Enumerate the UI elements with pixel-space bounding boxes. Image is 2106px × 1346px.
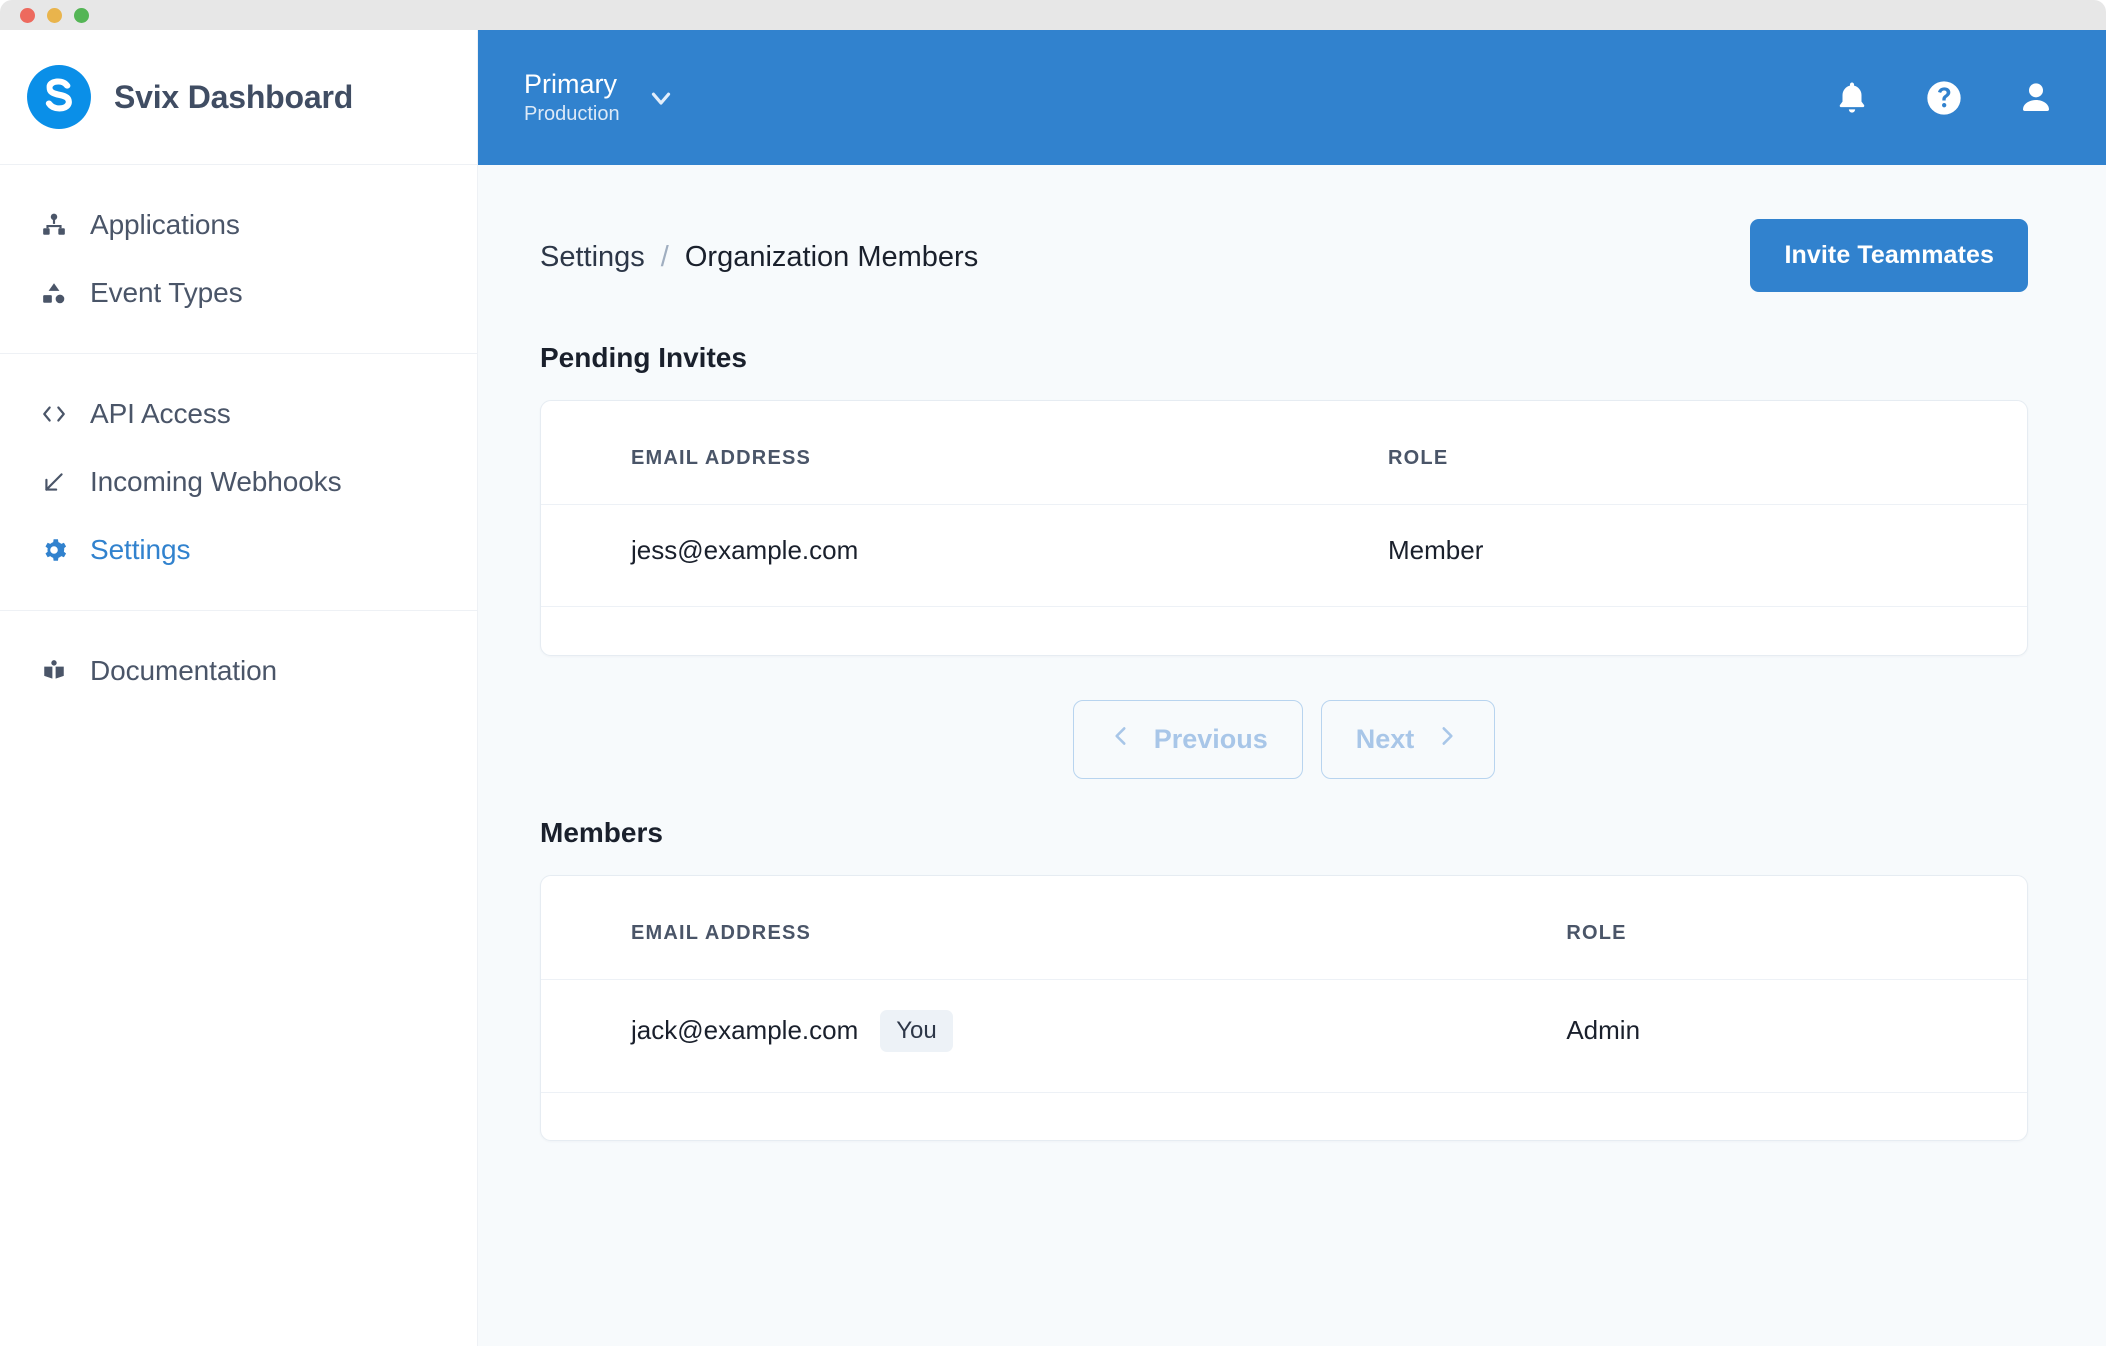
sidebar-item-documentation[interactable]: Documentation	[0, 637, 477, 705]
sidebar-item-label: Settings	[90, 534, 190, 566]
table-footer-spacer	[541, 607, 2027, 655]
cell-email: jack@example.com You	[541, 979, 1566, 1092]
chevron-left-icon	[1108, 723, 1134, 756]
sidebar-item-api-access[interactable]: API Access	[0, 380, 477, 448]
next-page-label: Next	[1356, 724, 1415, 755]
members-card: EMAIL ADDRESS ROLE jack@example.com You	[540, 875, 2028, 1142]
table-row: jack@example.com You Admin	[541, 979, 2027, 1092]
sidebar-item-label: API Access	[90, 398, 231, 430]
sidebar-item-label: Documentation	[90, 655, 277, 687]
sidebar-item-label: Event Types	[90, 277, 242, 309]
column-header-email: EMAIL ADDRESS	[541, 401, 1388, 505]
shapes-icon	[40, 279, 68, 307]
sidebar-item-label: Incoming Webhooks	[90, 466, 341, 498]
email-with-badge: jack@example.com You	[631, 1010, 1566, 1052]
close-window-button[interactable]	[20, 8, 35, 23]
content-header: Settings / Organization Members Invite T…	[540, 219, 2028, 292]
top-bar: Primary Production	[478, 30, 2106, 165]
sidebar-item-event-types[interactable]: Event Types	[0, 259, 477, 327]
gear-icon	[40, 536, 68, 564]
sidebar-item-label: Applications	[90, 209, 240, 241]
you-badge: You	[880, 1010, 953, 1052]
arrow-down-left-icon	[40, 468, 68, 496]
app-body: Svix Dashboard Applications	[0, 30, 2106, 1346]
table-row: jess@example.com Member	[541, 505, 2027, 607]
member-email: jack@example.com	[631, 1015, 858, 1046]
chevron-down-icon	[646, 83, 676, 113]
previous-page-button[interactable]: Previous	[1073, 700, 1303, 779]
sitemap-icon	[40, 211, 68, 239]
top-bar-actions	[1832, 78, 2056, 118]
svix-logo-icon	[26, 64, 92, 130]
sidebar-group-1: Applications Event Types	[0, 165, 477, 353]
environment-type: Production	[524, 103, 620, 125]
breadcrumb-parent[interactable]: Settings	[540, 241, 645, 274]
pagination: Previous Next	[540, 700, 2028, 779]
breadcrumb-current: Organization Members	[685, 241, 978, 274]
brand-title: Svix Dashboard	[114, 79, 353, 116]
table-header-row: EMAIL ADDRESS ROLE	[541, 401, 2027, 505]
sidebar: Svix Dashboard Applications	[0, 30, 478, 1346]
notifications-icon[interactable]	[1832, 78, 1872, 118]
page-content: Settings / Organization Members Invite T…	[478, 165, 2106, 1346]
breadcrumb-separator: /	[661, 241, 669, 274]
cell-role: Admin	[1566, 979, 2027, 1092]
sidebar-item-incoming-webhooks[interactable]: Incoming Webhooks	[0, 448, 477, 516]
help-icon[interactable]	[1924, 78, 1964, 118]
environment-name: Primary	[524, 70, 620, 100]
chevron-right-icon	[1434, 723, 1460, 756]
next-page-button[interactable]: Next	[1321, 700, 1496, 779]
column-header-role: ROLE	[1388, 401, 2027, 505]
column-header-role: ROLE	[1566, 876, 2027, 980]
table-header-row: EMAIL ADDRESS ROLE	[541, 876, 2027, 980]
pending-invites-card: EMAIL ADDRESS ROLE jess@example.com Memb…	[540, 400, 2028, 656]
traffic-lights	[20, 8, 89, 23]
column-header-email: EMAIL ADDRESS	[541, 876, 1566, 980]
members-title: Members	[540, 817, 2028, 849]
book-icon	[40, 657, 68, 685]
invite-teammates-button[interactable]: Invite Teammates	[1750, 219, 2028, 292]
sidebar-item-settings[interactable]: Settings	[0, 516, 477, 584]
window-titlebar	[0, 0, 2106, 30]
cell-role: Member	[1388, 505, 2027, 607]
brand-header[interactable]: Svix Dashboard	[0, 30, 477, 165]
minimize-window-button[interactable]	[47, 8, 62, 23]
main-pane: Primary Production	[478, 30, 2106, 1346]
account-icon[interactable]	[2016, 78, 2056, 118]
sidebar-group-2: API Access Incoming Webhooks	[0, 353, 477, 610]
code-brackets-icon	[40, 400, 68, 428]
cell-email: jess@example.com	[541, 505, 1388, 607]
pending-invites-title: Pending Invites	[540, 342, 2028, 374]
app-window: Svix Dashboard Applications	[0, 0, 2106, 1346]
environment-switcher[interactable]: Primary Production	[524, 70, 676, 126]
members-table: EMAIL ADDRESS ROLE jack@example.com You	[541, 876, 2027, 1141]
sidebar-item-applications[interactable]: Applications	[0, 191, 477, 259]
previous-page-label: Previous	[1154, 724, 1268, 755]
maximize-window-button[interactable]	[74, 8, 89, 23]
pending-invites-table: EMAIL ADDRESS ROLE jess@example.com Memb…	[541, 401, 2027, 655]
sidebar-group-3: Documentation	[0, 610, 477, 731]
table-footer-spacer	[541, 1092, 2027, 1140]
environment-texts: Primary Production	[524, 70, 620, 126]
breadcrumb: Settings / Organization Members	[540, 219, 978, 274]
